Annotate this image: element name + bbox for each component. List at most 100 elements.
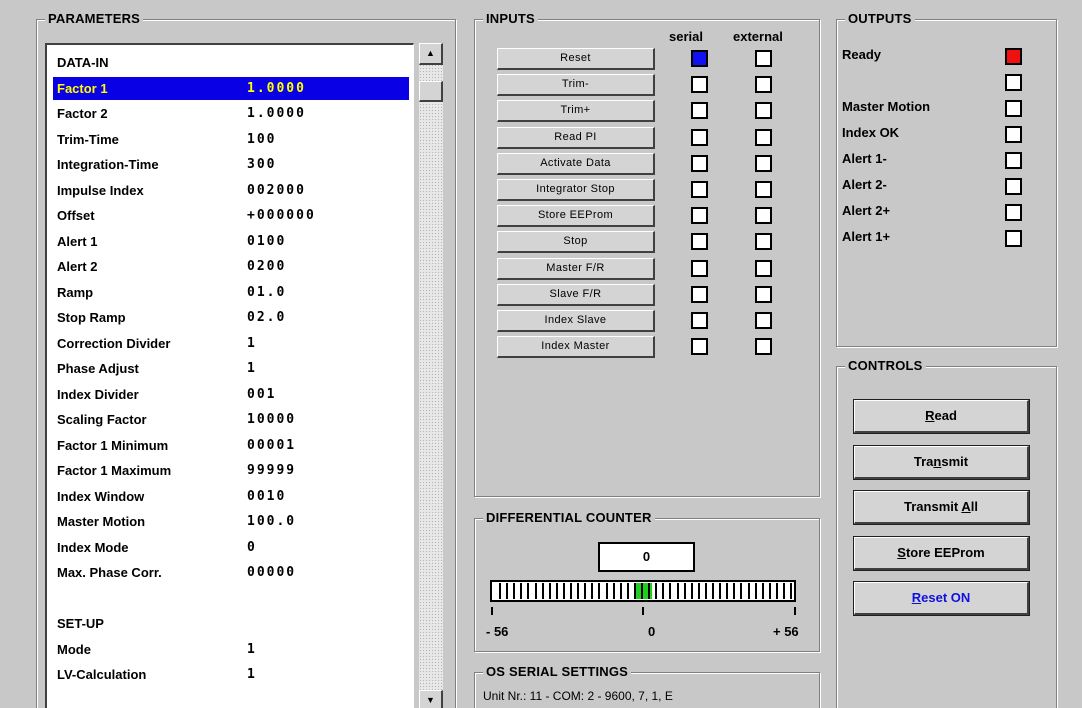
- arrow-up-icon: ▲: [426, 48, 435, 58]
- parameter-name: Mode: [57, 641, 91, 657]
- control-button-label-key: A: [961, 499, 971, 514]
- parameter-row[interactable]: SET-UP: [53, 612, 409, 635]
- parameter-row[interactable]: Index Window 0010: [53, 485, 409, 508]
- serial-checkbox[interactable]: [691, 154, 708, 172]
- parameter-row[interactable]: Trim-Time 100: [53, 128, 409, 151]
- control-button[interactable]: Store EEProm: [853, 535, 1030, 571]
- input-button[interactable]: Slave F/R: [497, 283, 655, 306]
- parameter-row[interactable]: Alert 1 0100: [53, 230, 409, 253]
- input-button[interactable]: Index Slave: [497, 310, 655, 332]
- counter-segment: [605, 583, 608, 599]
- input-button[interactable]: Store EEProm: [497, 205, 655, 228]
- parameter-value: 100.0: [247, 514, 297, 529]
- input-button[interactable]: Stop: [497, 231, 655, 254]
- parameter-row[interactable]: LV-Calculation 1: [53, 663, 409, 686]
- counter-segment: [712, 583, 714, 599]
- parameter-row[interactable]: Factor 1 Maximum 99999: [53, 459, 409, 482]
- parameter-row[interactable]: Stop Ramp 02.0: [53, 306, 409, 329]
- counter-segment: [633, 583, 636, 599]
- external-checkbox[interactable]: [755, 285, 772, 303]
- parameter-name: Trim-Time: [57, 131, 119, 147]
- control-button-label-post: smit: [941, 453, 969, 469]
- serial-checkbox[interactable]: [691, 181, 708, 198]
- serial-checkbox[interactable]: [691, 285, 708, 303]
- input-button[interactable]: Reset: [497, 48, 655, 70]
- input-button[interactable]: Master F/R: [497, 257, 655, 280]
- parameters-title: PARAMETERS: [45, 11, 144, 27]
- parameter-row[interactable]: [53, 587, 409, 610]
- parameter-row[interactable]: Mode 1: [53, 638, 409, 661]
- external-checkbox[interactable]: [755, 76, 772, 94]
- parameters-scrollbar-track[interactable]: [419, 43, 443, 708]
- outputs-title: OUTPUTS: [845, 11, 915, 27]
- external-checkbox[interactable]: [755, 50, 772, 67]
- external-checkbox[interactable]: [755, 233, 772, 251]
- input-button[interactable]: Trim+: [497, 100, 655, 123]
- external-checkbox[interactable]: [755, 128, 772, 146]
- parameter-value: 1: [247, 335, 257, 351]
- input-button[interactable]: Index Master: [497, 336, 655, 359]
- parameter-row[interactable]: Phase Adjust 1: [53, 357, 409, 380]
- external-checkbox[interactable]: [755, 207, 772, 225]
- external-checkbox[interactable]: [755, 154, 772, 172]
- scrollbar-thumb[interactable]: [419, 81, 443, 102]
- parameter-row[interactable]: Index Mode 0: [53, 536, 409, 559]
- serial-checkbox[interactable]: [691, 102, 708, 120]
- parameter-name: Index Window: [57, 488, 145, 504]
- parameter-row[interactable]: Factor 1 Minimum 00001: [53, 434, 409, 457]
- parameter-row[interactable]: Correction Divider 1: [53, 332, 409, 355]
- parameter-value: 001: [247, 386, 277, 402]
- parameters-listbox[interactable]: DATA-IN Factor 1 1.0000 Factor 2 1.0000 Trim-…: [45, 43, 414, 708]
- control-button[interactable]: Read: [853, 399, 1030, 434]
- parameter-row[interactable]: Ramp 01.0: [53, 281, 409, 304]
- counter-segment: [506, 583, 509, 599]
- scroll-down-button[interactable]: ▼: [419, 690, 443, 708]
- external-checkbox[interactable]: [755, 102, 772, 120]
- input-button[interactable]: Read PI: [497, 126, 655, 149]
- serial-checkbox[interactable]: [691, 338, 708, 356]
- parameter-row[interactable]: DATA-IN: [53, 51, 409, 74]
- serial-checkbox[interactable]: [691, 76, 708, 94]
- parameter-row[interactable]: Master Motion 100.0: [53, 510, 409, 533]
- scale-tick-max: [794, 607, 796, 615]
- external-checkbox[interactable]: [755, 338, 772, 356]
- serial-checkbox[interactable]: [691, 259, 708, 277]
- parameter-value: 0200: [247, 259, 287, 274]
- parameter-row[interactable]: Factor 2 1.0000: [53, 102, 409, 125]
- control-button[interactable]: Reset ON: [853, 581, 1030, 616]
- parameter-name: DATA-IN: [57, 55, 109, 70]
- counter-segment: [719, 583, 722, 599]
- parameter-row[interactable]: Impulse Index 002000: [53, 179, 409, 202]
- parameter-row[interactable]: Scaling Factor 10000: [53, 408, 409, 431]
- output-label: Index OK: [842, 125, 900, 140]
- scroll-up-button[interactable]: ▲: [419, 43, 443, 65]
- input-button[interactable]: Trim-: [497, 74, 655, 97]
- differential-counter-title: DIFFERENTIAL COUNTER: [483, 510, 655, 526]
- counter-segment: [775, 583, 778, 599]
- external-checkbox[interactable]: [755, 259, 772, 277]
- external-checkbox[interactable]: [755, 312, 772, 329]
- parameter-row[interactable]: Alert 2 0200: [53, 255, 409, 278]
- parameter-row[interactable]: Factor 1 1.0000: [53, 76, 409, 100]
- parameter-row[interactable]: Index Divider 001: [53, 383, 409, 406]
- control-button[interactable]: Transmit: [853, 444, 1030, 480]
- control-button[interactable]: Transmit All: [853, 490, 1030, 525]
- control-button-label-post: eset ON: [921, 590, 971, 605]
- serial-settings-title: OS SERIAL SETTINGS: [483, 664, 632, 680]
- parameter-row[interactable]: Integration-Time 300: [53, 153, 409, 176]
- input-button[interactable]: Integrator Stop: [497, 179, 655, 201]
- serial-checkbox[interactable]: [691, 50, 708, 67]
- serial-checkbox[interactable]: [691, 207, 708, 225]
- counter-segment: [562, 583, 565, 599]
- parameter-row[interactable]: Offset +000000: [53, 204, 409, 227]
- output-label: Alert 2+: [842, 203, 891, 218]
- parameter-row[interactable]: Max. Phase Corr. 00000: [53, 561, 409, 584]
- parameter-value: 0: [247, 539, 257, 555]
- parameter-name: Max. Phase Corr.: [57, 565, 162, 580]
- external-checkbox[interactable]: [755, 181, 772, 198]
- serial-checkbox[interactable]: [691, 233, 708, 251]
- input-button[interactable]: Activate Data: [497, 152, 655, 175]
- controls-title: CONTROLS: [845, 358, 926, 374]
- serial-checkbox[interactable]: [691, 128, 708, 146]
- serial-checkbox[interactable]: [691, 312, 708, 329]
